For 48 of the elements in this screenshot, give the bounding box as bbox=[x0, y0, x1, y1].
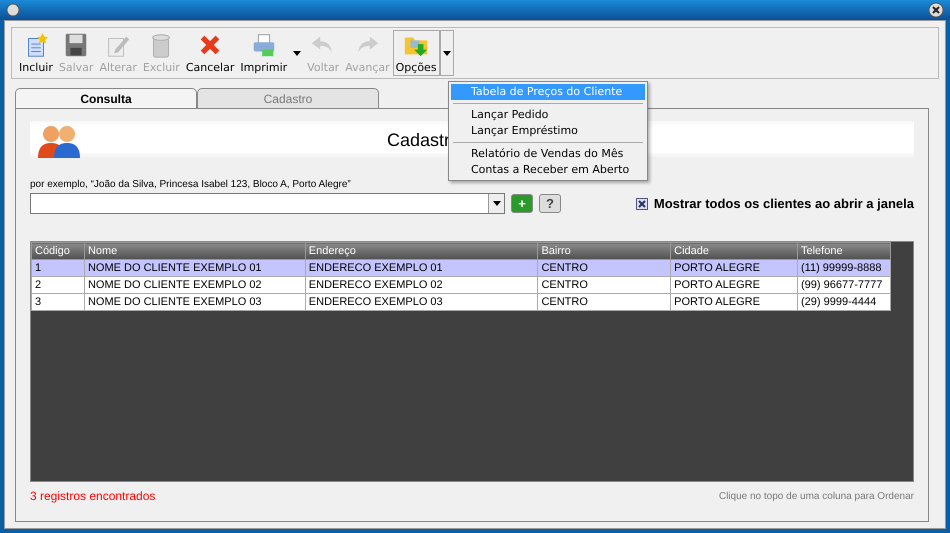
table-cell: PORTO ALEGRE bbox=[670, 276, 798, 294]
table-cell: 1 bbox=[32, 260, 84, 276]
table-cell: NOME DO CLIENTE EXEMPLO 03 bbox=[84, 294, 306, 310]
checkbox-label: Mostrar todos os clientes ao abrir a janela bbox=[654, 196, 914, 211]
table-cell: CENTRO bbox=[538, 294, 671, 310]
table-cell: ENDERECO EXEMPLO 01 bbox=[305, 260, 538, 276]
menu-item[interactable]: Lançar Pedido bbox=[451, 107, 645, 123]
table-cell: NOME DO CLIENTE EXEMPLO 01 bbox=[84, 260, 306, 276]
table-cell: CENTRO bbox=[538, 276, 671, 294]
search-field[interactable] bbox=[30, 193, 505, 214]
checkbox[interactable] bbox=[636, 198, 648, 210]
table-cell: ENDERECO EXEMPLO 02 bbox=[305, 276, 538, 294]
table-cell: PORTO ALEGRE bbox=[670, 260, 798, 276]
dropdown-button[interactable] bbox=[488, 194, 504, 213]
caret-icon bbox=[293, 50, 302, 56]
toolbar-button[interactable]: Opções bbox=[392, 30, 440, 76]
table-cell: (11) 99999-8888 bbox=[797, 260, 890, 276]
record-count: 3 registros encontrados bbox=[30, 489, 156, 503]
menu-item[interactable]: Tabela de Preços do Cliente bbox=[451, 84, 645, 100]
column-header[interactable]: Endereço bbox=[305, 242, 538, 260]
caret-icon bbox=[492, 201, 500, 206]
table-cell: 3 bbox=[32, 294, 84, 310]
menu-item[interactable]: Lançar Empréstimo bbox=[451, 123, 645, 139]
caret-icon bbox=[442, 50, 451, 56]
column-header[interactable]: Bairro bbox=[538, 242, 671, 260]
column-header[interactable]: Telefone bbox=[797, 242, 890, 260]
column-header[interactable]: Cidade bbox=[670, 242, 798, 260]
tab[interactable]: Consulta bbox=[15, 88, 197, 108]
add-button[interactable]: + bbox=[511, 194, 533, 213]
menu-item[interactable]: Relatório de Vendas do Mês bbox=[451, 146, 645, 162]
table-cell: PORTO ALEGRE bbox=[670, 294, 798, 310]
table-cell: ENDERECO EXEMPLO 03 bbox=[305, 294, 538, 310]
table-cell: (29) 9999-4444 bbox=[797, 294, 890, 310]
table-cell: (99) 96677-7777 bbox=[797, 276, 890, 294]
tab[interactable]: Cadastro bbox=[197, 88, 379, 108]
help-button[interactable]: ? bbox=[539, 194, 561, 213]
window-menu-icon[interactable] bbox=[6, 3, 20, 17]
menu-item[interactable]: Contas a Receber em Aberto bbox=[451, 162, 645, 178]
column-header[interactable]: Código bbox=[32, 242, 84, 260]
dropdown-button[interactable] bbox=[440, 30, 454, 76]
column-header[interactable]: Nome bbox=[84, 242, 306, 260]
close-icon[interactable] bbox=[928, 2, 944, 18]
search-hint: por exemplo, “João da Silva, Princesa Isabel 123, Bloco A, Porto Alegre” bbox=[30, 179, 352, 190]
table-cell: CENTRO bbox=[538, 260, 671, 276]
header-title: Cadastr bbox=[387, 130, 450, 150]
table-cell: 2 bbox=[32, 276, 84, 294]
sort-hint: Clique no topo de uma coluna para Ordenar bbox=[718, 490, 914, 502]
table-cell: NOME DO CLIENTE EXEMPLO 02 bbox=[84, 276, 306, 294]
